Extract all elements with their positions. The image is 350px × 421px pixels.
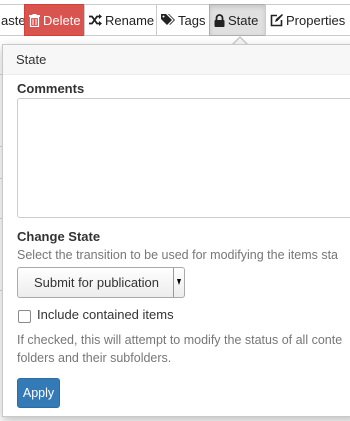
shuffle-icon bbox=[89, 14, 102, 26]
state-label: State bbox=[228, 12, 259, 28]
paste-label: aste bbox=[1, 12, 26, 28]
toolbar: aste Delete Rename Tags State Properties bbox=[0, 4, 350, 36]
comments-textarea[interactable] bbox=[17, 98, 350, 218]
tags-label: Tags bbox=[178, 12, 206, 28]
properties-button[interactable]: Properties bbox=[265, 4, 350, 36]
change-state-help: Select the transition to be used for mod… bbox=[17, 248, 339, 262]
include-help-line-2: folders and their subfolders. bbox=[17, 351, 172, 365]
rename-button[interactable]: Rename bbox=[84, 4, 157, 36]
include-help-line-1: If checked, this will attempt to modify … bbox=[17, 333, 343, 347]
edit-icon bbox=[270, 13, 283, 27]
rename-label: Rename bbox=[105, 12, 155, 28]
transition-select[interactable]: Submit for publication bbox=[17, 267, 185, 298]
tags-icon bbox=[161, 14, 175, 26]
comments-label: Comments bbox=[17, 81, 85, 96]
apply-button[interactable]: Apply bbox=[17, 378, 60, 408]
transition-select-value: Submit for publication bbox=[34, 275, 160, 290]
delete-button[interactable]: Delete bbox=[24, 4, 85, 36]
delete-label: Delete bbox=[43, 12, 81, 28]
popover-title: State bbox=[3, 45, 350, 75]
lock-icon bbox=[214, 13, 225, 27]
paste-button[interactable]: aste bbox=[0, 4, 26, 36]
change-state-label: Change State bbox=[17, 229, 101, 244]
state-button[interactable]: State bbox=[209, 4, 266, 36]
include-contained-label[interactable]: Include contained items bbox=[37, 307, 174, 322]
select-caret-icon bbox=[173, 268, 184, 297]
tags-button[interactable]: Tags bbox=[156, 4, 210, 36]
properties-label: Properties bbox=[286, 12, 346, 28]
include-contained-checkbox[interactable] bbox=[18, 310, 31, 323]
trash-icon bbox=[29, 13, 40, 27]
state-popover: State Comments Change State Select the t… bbox=[2, 44, 350, 417]
